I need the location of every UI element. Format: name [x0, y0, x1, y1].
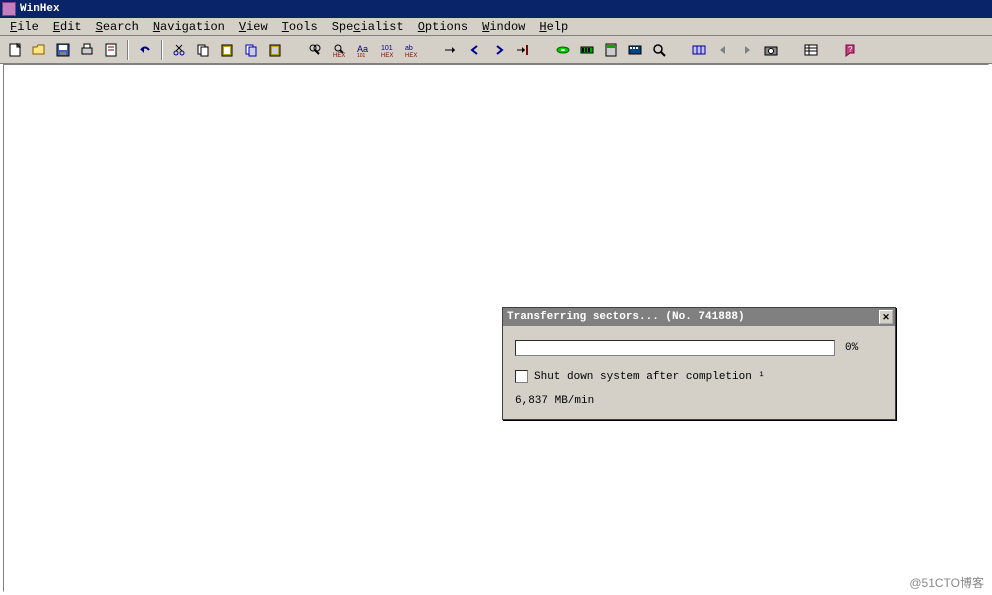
replace-hex-button[interactable]: abHEX: [400, 39, 422, 61]
dialog-close-button[interactable]: ✕: [879, 310, 893, 324]
app-icon: [2, 2, 16, 16]
replace-button[interactable]: 101HEX: [376, 39, 398, 61]
open-disk-button[interactable]: [552, 39, 574, 61]
menu-bar: File Edit Search Navigation View Tools S…: [0, 18, 992, 36]
find-text-button[interactable]: Aa101: [352, 39, 374, 61]
svg-text:101: 101: [357, 53, 366, 58]
copy-block-button[interactable]: [240, 39, 262, 61]
back-button[interactable]: [464, 39, 486, 61]
svg-text:HEX: HEX: [381, 53, 393, 58]
magnify-button[interactable]: [648, 39, 670, 61]
paste-button[interactable]: [216, 39, 238, 61]
open-ram-button[interactable]: [576, 39, 598, 61]
next-button[interactable]: [736, 39, 758, 61]
paste-block-button[interactable]: [264, 39, 286, 61]
previous-button[interactable]: [712, 39, 734, 61]
menu-specialist[interactable]: Specialist: [326, 19, 410, 35]
help-button[interactable]: ?: [840, 39, 862, 61]
save-button[interactable]: [52, 39, 74, 61]
print-button[interactable]: [76, 39, 98, 61]
svg-text:?: ?: [848, 45, 853, 54]
menu-view[interactable]: View: [233, 19, 274, 35]
toolbar: HEX Aa101 101HEX abHEX ?: [0, 36, 992, 64]
snapshot-button[interactable]: [760, 39, 782, 61]
svg-text:HEX: HEX: [405, 53, 417, 58]
window-titlebar: WinHex: [0, 0, 992, 18]
goto-offset-button[interactable]: [440, 39, 462, 61]
find-hex-button[interactable]: HEX: [328, 39, 350, 61]
forward-button[interactable]: [488, 39, 510, 61]
menu-tools[interactable]: Tools: [276, 19, 324, 35]
menu-navigation[interactable]: Navigation: [147, 19, 231, 35]
menu-search[interactable]: Search: [90, 19, 145, 35]
progress-dialog: Transferring sectors... (No. 741888) ✕ 0…: [502, 307, 896, 420]
undo-button[interactable]: [134, 39, 156, 61]
menu-file[interactable]: File: [4, 19, 45, 35]
separator: [161, 40, 163, 60]
dialog-body: 0% Shut down system after completion ¹ 6…: [503, 326, 895, 415]
watermark: @51CTO博客: [909, 574, 984, 591]
menu-window[interactable]: Window: [476, 19, 531, 35]
transfer-rate: 6,837 MB/min: [515, 395, 883, 407]
menu-options[interactable]: Options: [412, 19, 474, 35]
shutdown-checkbox[interactable]: [515, 370, 528, 383]
properties-button[interactable]: [100, 39, 122, 61]
goto-mark-button[interactable]: [512, 39, 534, 61]
menu-edit[interactable]: Edit: [47, 19, 88, 35]
sync-button[interactable]: [688, 39, 710, 61]
progress-percent: 0%: [845, 342, 858, 354]
find-button[interactable]: [304, 39, 326, 61]
shutdown-label: Shut down system after completion ¹: [534, 371, 765, 383]
cut-button[interactable]: [168, 39, 190, 61]
menu-help[interactable]: Help: [533, 19, 574, 35]
progress-bar: [515, 340, 835, 356]
analyze-button[interactable]: [624, 39, 646, 61]
window-title: WinHex: [20, 3, 60, 15]
svg-text:101: 101: [381, 45, 393, 52]
dialog-title: Transferring sectors... (No. 741888): [507, 311, 745, 323]
copy-button[interactable]: [192, 39, 214, 61]
separator: [127, 40, 129, 60]
dialog-titlebar[interactable]: Transferring sectors... (No. 741888) ✕: [503, 308, 895, 326]
svg-text:HEX: HEX: [333, 53, 345, 58]
open-button[interactable]: [28, 39, 50, 61]
options-button[interactable]: [800, 39, 822, 61]
calculator-button[interactable]: [600, 39, 622, 61]
new-file-button[interactable]: [4, 39, 26, 61]
svg-text:ab: ab: [405, 45, 413, 52]
close-icon: ✕: [882, 312, 890, 323]
